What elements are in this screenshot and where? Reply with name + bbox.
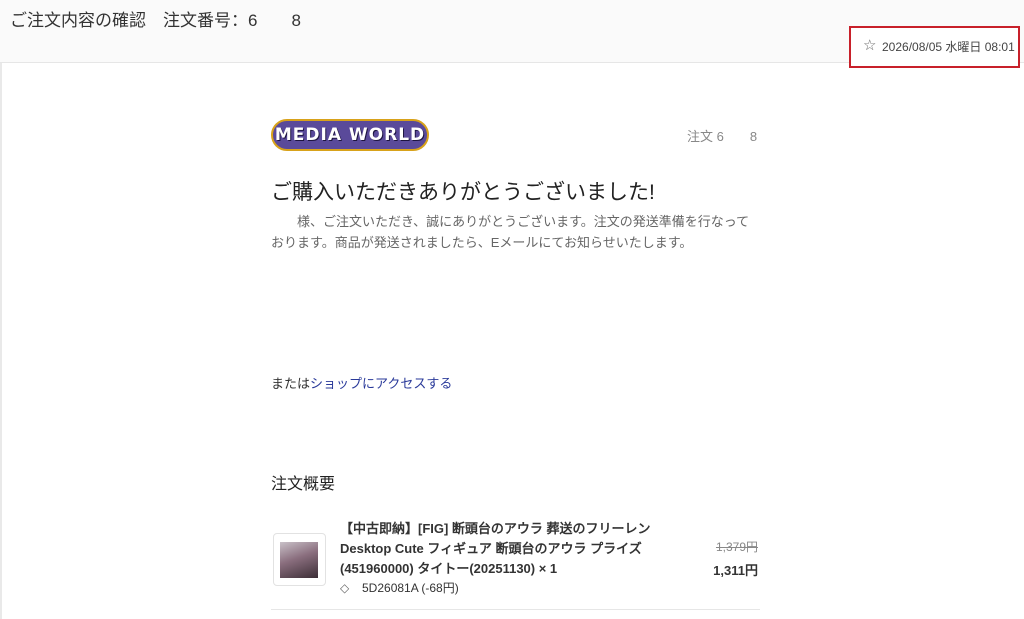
shop-access-line: またはショップにアクセスする — [271, 373, 452, 392]
email-subject: ご注文内容の確認 注文番号：6 8 — [10, 11, 301, 30]
product-image — [280, 542, 318, 578]
shop-access-link[interactable]: ショップにアクセスする — [310, 376, 452, 391]
media-world-logo: MEDIA WORLD — [271, 119, 429, 151]
product-thumbnail — [273, 533, 326, 586]
order-number: 注文 6 8 — [687, 129, 758, 144]
discount-code: ◇ 5D26081A (-68円) — [340, 579, 459, 596]
item-divider — [271, 609, 760, 610]
star-icon[interactable]: ☆ — [863, 36, 876, 54]
shop-prefix: または — [271, 376, 311, 391]
email-date: 2026/08/05 水曜日 08:01 — [882, 40, 1015, 54]
order-summary-title: 注文概要 — [271, 476, 336, 493]
window-left-edge — [0, 0, 2, 619]
thank-you-message: 様、ご注文いただき、誠にありがとうございます。注文の発送準備を行なっております。… — [271, 214, 750, 250]
logo-text: MEDIA WORLD — [274, 125, 426, 145]
product-name: 【中古即納】[FIG] 断頭台のアウラ 葬送のフリーレン Desktop Cut… — [340, 521, 651, 576]
original-price: 1,379円 — [715, 540, 758, 554]
discount-text: 5D26081A (-68円) — [362, 581, 459, 595]
thank-you-heading: ご購入いただきありがとうございました! — [271, 181, 655, 204]
tag-icon: ◇ — [340, 581, 350, 595]
discounted-price: 1,311円 — [713, 563, 758, 578]
